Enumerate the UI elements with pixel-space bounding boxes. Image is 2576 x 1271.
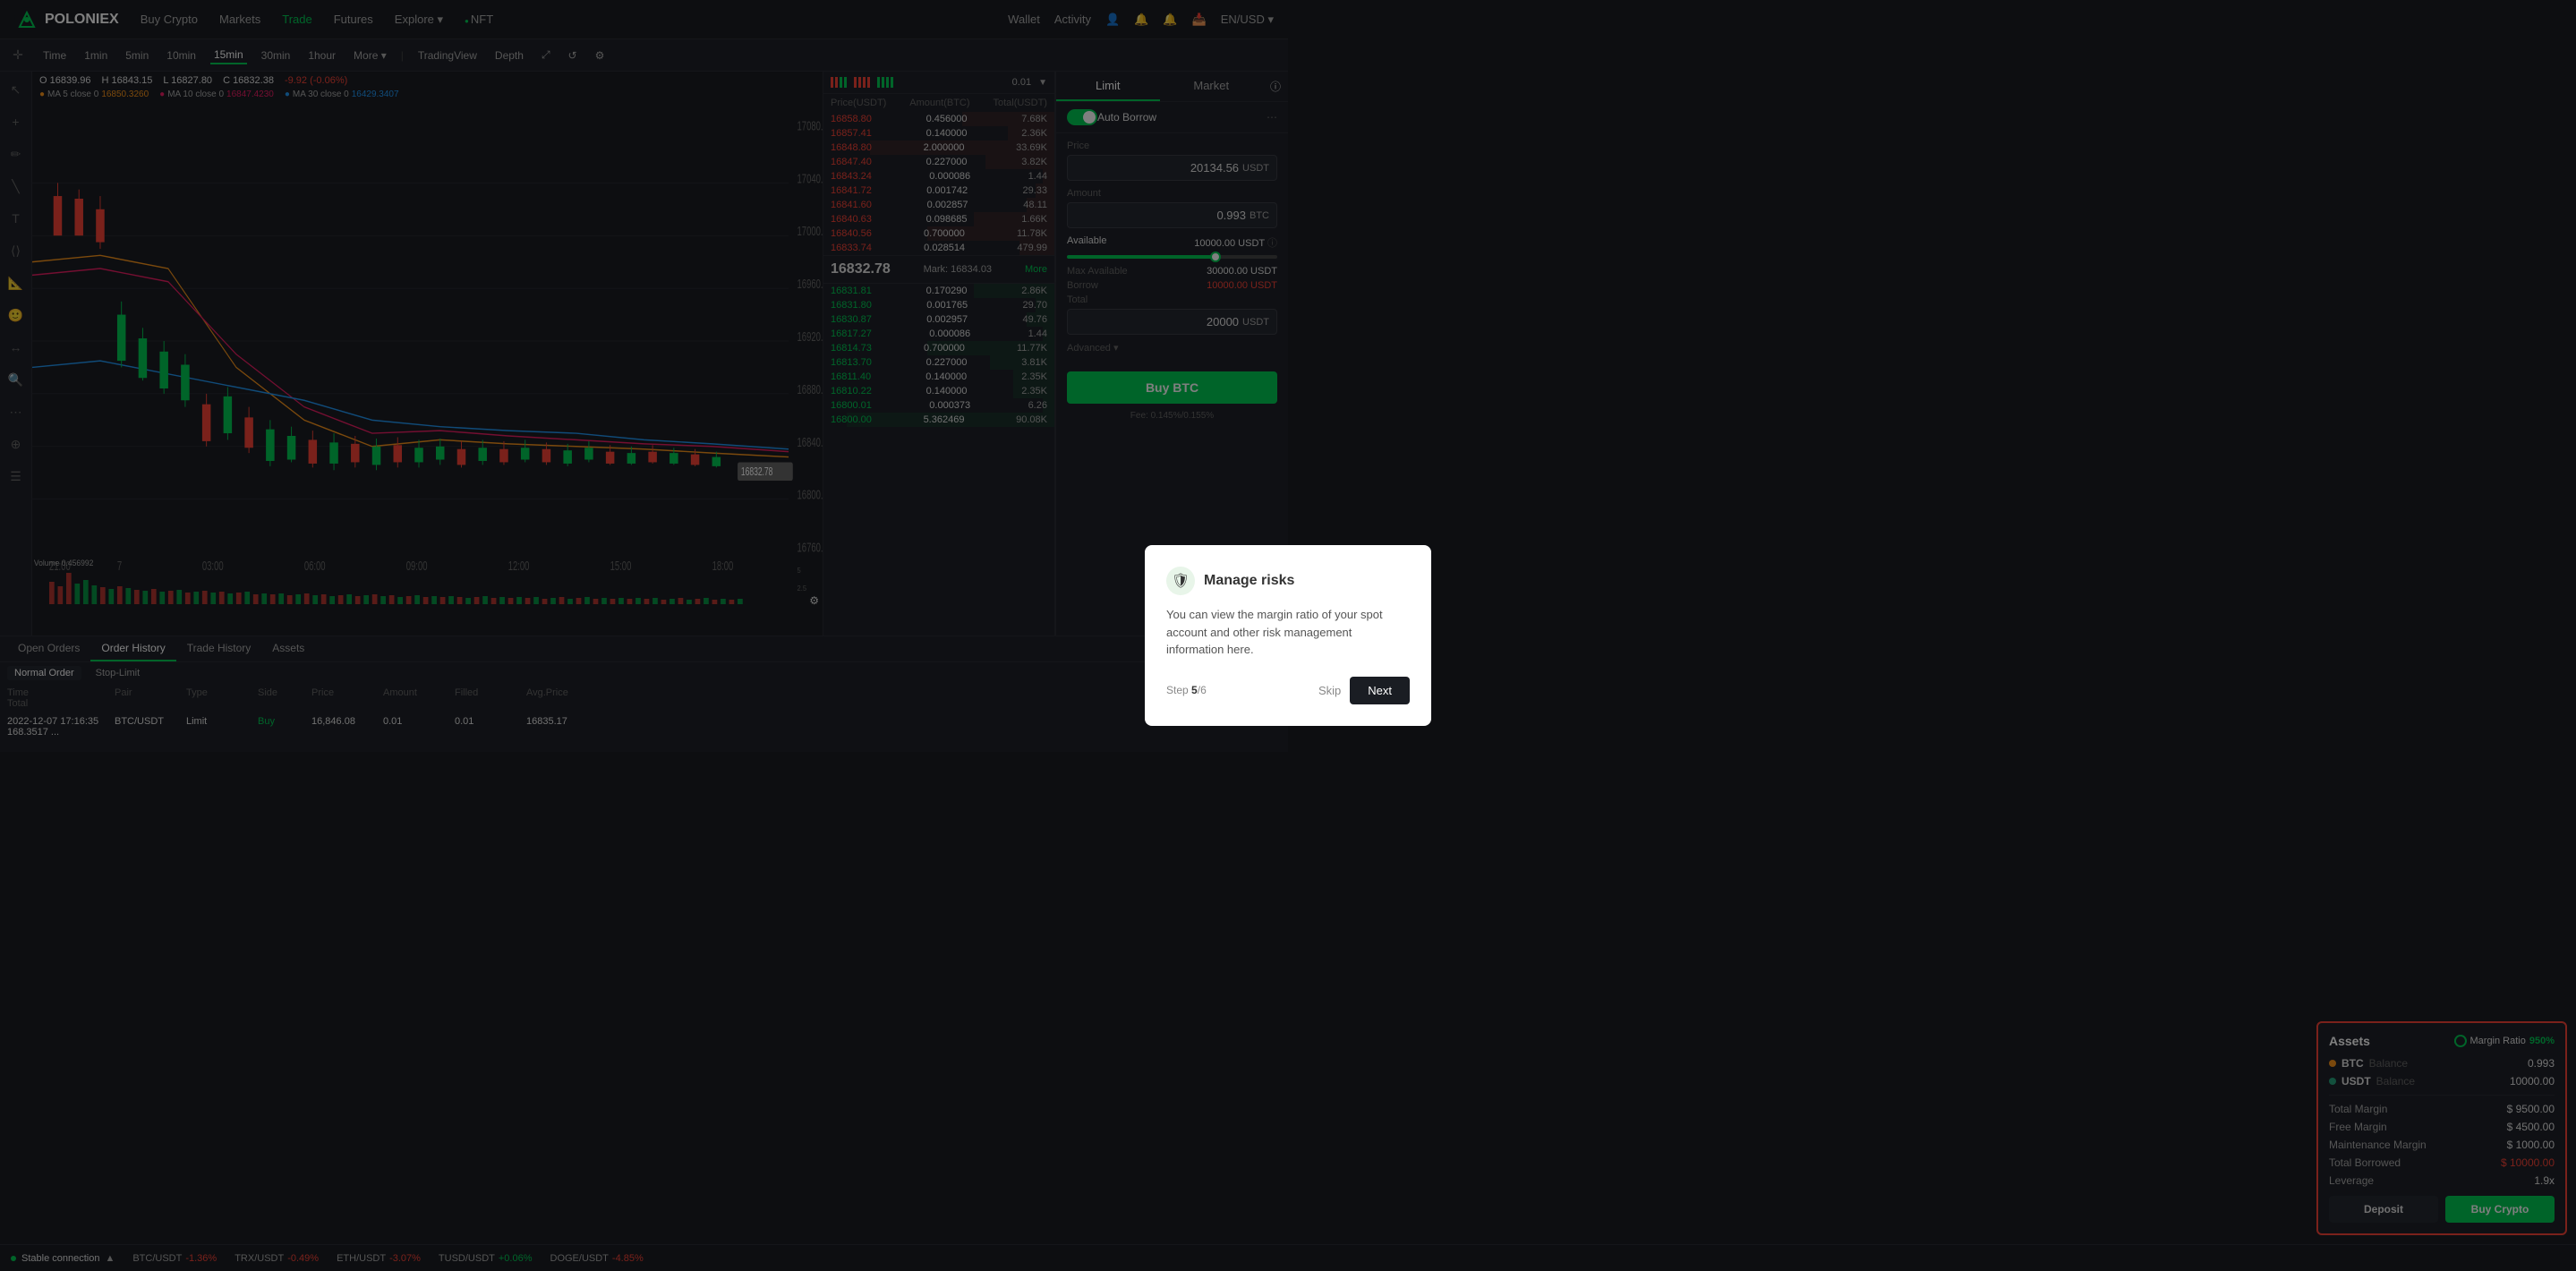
modal-body: You can view the margin ratio of your sp… [1166,606,1410,659]
modal-buttons: Skip Next [1318,677,1410,704]
modal-header: 🛡 Manage risks [1166,567,1410,595]
next-button[interactable]: Next [1350,677,1410,704]
skip-button[interactable]: Skip [1318,684,1341,697]
modal-overlay: 🛡 Manage risks You can view the margin r… [0,0,2576,1271]
shield-icon: 🛡 [1172,572,1190,590]
modal-title: Manage risks [1204,573,1294,589]
modal-step: Step 5/6 [1166,684,1207,696]
modal-icon: 🛡 [1166,567,1195,595]
modal-footer: Step 5/6 Skip Next [1166,677,1410,704]
manage-risks-modal: 🛡 Manage risks You can view the margin r… [1145,545,1431,726]
